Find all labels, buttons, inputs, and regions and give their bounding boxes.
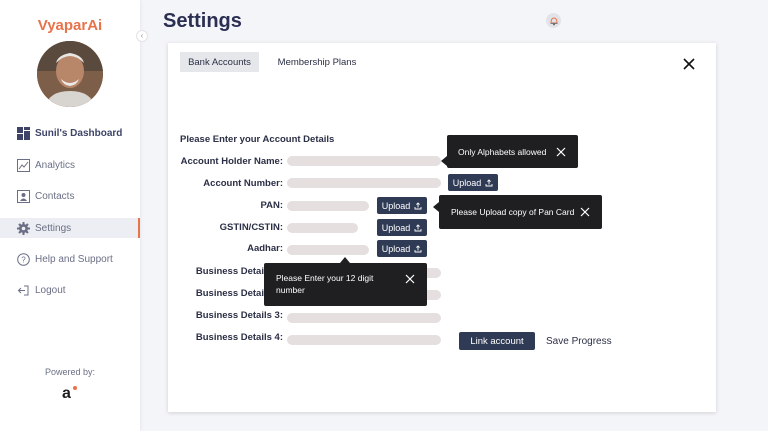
upload-gstin-button[interactable]: Upload xyxy=(377,219,427,236)
upload-pan-button[interactable]: Upload xyxy=(377,197,427,214)
tooltip-text: Please Upload copy of Pan Card xyxy=(451,207,575,217)
powered-by-logo-icon: a xyxy=(60,383,80,402)
powered-by-label: Powered by: xyxy=(44,367,96,377)
tooltip-aadhar-hint: Please Enter your 12 digit number xyxy=(264,263,427,306)
sidebar: VyaparAi ‹ Sunil's Dashboard Analytics C… xyxy=(0,0,148,431)
pan-label: PAN: xyxy=(260,200,283,211)
account-number-input[interactable] xyxy=(287,178,441,188)
aadhar-label: Aadhar: xyxy=(247,243,283,254)
tab-membership-plans[interactable]: Membership Plans xyxy=(268,52,366,72)
tooltip-text: Please Enter your 12 digit number xyxy=(276,273,374,295)
tooltip-pan-hint: Please Upload copy of Pan Card xyxy=(439,195,602,229)
sidebar-item-label: Help and Support xyxy=(35,253,113,265)
account-holder-input[interactable] xyxy=(287,156,441,166)
analytics-chart-icon xyxy=(17,158,30,172)
gstin-label: GSTIN/CSTIN: xyxy=(219,222,283,233)
sidebar-item-help[interactable]: ? Help and Support xyxy=(0,249,140,269)
sidebar-item-label: Logout xyxy=(35,284,66,296)
svg-text:?: ? xyxy=(21,255,26,264)
sidebar-item-contacts[interactable]: Contacts xyxy=(0,186,140,206)
dashboard-grid-icon xyxy=(17,126,30,140)
contacts-card-icon xyxy=(17,189,30,203)
upload-button-label: Upload xyxy=(452,177,482,188)
upload-account-number-button[interactable]: Upload xyxy=(448,174,498,191)
business-details-3-label: Business Details 3: xyxy=(195,310,283,321)
close-icon[interactable] xyxy=(682,57,696,71)
svg-text:a: a xyxy=(62,385,71,401)
account-holder-label: Account Holder Name: xyxy=(180,156,283,167)
notification-bell-icon[interactable] xyxy=(546,13,561,28)
upload-icon xyxy=(414,244,422,252)
save-progress-link[interactable]: Save Progress xyxy=(546,336,612,347)
link-account-button[interactable]: Link account xyxy=(459,332,535,350)
sidebar-collapse-icon[interactable]: ‹ xyxy=(136,30,148,42)
account-number-label: Account Number: xyxy=(203,178,283,189)
upload-icon xyxy=(485,178,493,186)
form-heading: Please Enter your Account Details xyxy=(180,134,335,145)
upload-aadhar-button[interactable]: Upload xyxy=(377,240,427,257)
upload-button-label: Upload xyxy=(381,200,411,211)
business-details-4-label: Business Details 4: xyxy=(195,332,283,343)
sidebar-item-logout[interactable]: Logout xyxy=(0,280,140,300)
sidebar-item-label: Contacts xyxy=(35,190,75,202)
sidebar-item-label: Settings xyxy=(35,222,72,234)
sidebar-item-analytics[interactable]: Analytics xyxy=(0,155,140,175)
upload-button-label: Upload xyxy=(381,222,411,233)
tab-bank-accounts[interactable]: Bank Accounts xyxy=(180,52,259,72)
pan-input[interactable] xyxy=(287,201,369,211)
aadhar-input[interactable] xyxy=(287,245,369,255)
business-details-4-input[interactable] xyxy=(287,335,441,345)
tooltip-name-hint: Only Alphabets allowed xyxy=(447,135,578,168)
upload-button-label: Upload xyxy=(381,243,411,254)
brand-logo-text: VyaparAi xyxy=(37,17,103,34)
business-details-3-input[interactable] xyxy=(287,313,441,323)
upload-icon xyxy=(414,223,422,231)
sidebar-item-settings[interactable]: Settings xyxy=(0,218,140,238)
help-circle-icon: ? xyxy=(17,252,30,266)
gstin-input[interactable] xyxy=(287,223,358,233)
sidebar-item-dashboard[interactable]: Sunil's Dashboard xyxy=(0,123,140,143)
tooltip-text: Only Alphabets allowed xyxy=(458,147,547,157)
gear-icon xyxy=(17,221,30,235)
upload-icon xyxy=(414,201,422,209)
logout-icon xyxy=(17,284,30,297)
tooltip-close-icon[interactable] xyxy=(405,274,415,284)
sidebar-item-label: Analytics xyxy=(35,159,76,171)
sidebar-item-label: Sunil's Dashboard xyxy=(35,127,123,139)
tooltip-close-icon[interactable] xyxy=(580,207,590,217)
page-title: Settings xyxy=(163,10,242,32)
tooltip-close-icon[interactable] xyxy=(556,147,566,157)
avatar xyxy=(37,41,103,107)
